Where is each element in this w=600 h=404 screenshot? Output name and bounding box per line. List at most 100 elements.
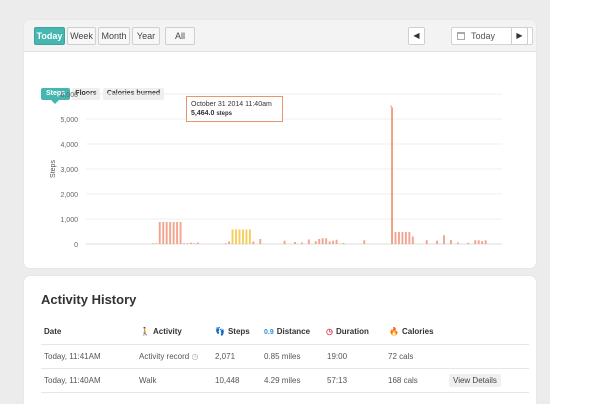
chart-bar [183, 243, 185, 244]
chart-bar [335, 239, 338, 244]
tooltip-time: October 31 2014 11:40am [191, 101, 272, 108]
tooltip-value: 5,464.0 [191, 110, 215, 117]
row-divider [41, 368, 529, 369]
row-date: Today, 11:41AM [44, 352, 101, 361]
chart-bar [363, 240, 366, 244]
column-header-activity: 🚶 Activity [140, 327, 182, 336]
chart-bar [235, 229, 237, 244]
y-tick-label: 1,000 [60, 217, 78, 224]
activity-chart-card: Today Week Month Year All ◀ Today ▶ Step… [24, 20, 536, 268]
chart-bar [325, 238, 328, 244]
chart-bar [190, 242, 192, 244]
chart-bar [467, 242, 470, 244]
chart-bar [394, 232, 397, 244]
y-tick-label: 2,000 [60, 192, 78, 199]
chart-bar [456, 242, 459, 244]
chart-bar [196, 242, 199, 244]
chart-bar [186, 243, 189, 244]
chart-bar [165, 222, 168, 244]
stopwatch-icon: ◷ [326, 327, 333, 336]
chart-tooltip: October 31 2014 11:40am 5,464.0 steps [186, 96, 283, 122]
row-distance: 4.29 miles [264, 376, 301, 385]
chart-bar [318, 239, 321, 244]
chart-bar [307, 239, 310, 244]
chart-bar [450, 240, 452, 244]
chart-bar [162, 222, 165, 244]
chart-bar [332, 240, 335, 244]
header-divider [41, 344, 529, 345]
footsteps-icon: 👣 [215, 327, 225, 336]
chart-bar [484, 240, 487, 244]
chart-bar [248, 229, 251, 244]
right-sidebar-strip [550, 0, 600, 404]
chart-bar [245, 229, 248, 244]
chart-bar [425, 240, 428, 244]
row-activity: Walk [139, 376, 157, 385]
chart-bar [300, 242, 303, 244]
row-steps: 2,071 [215, 352, 236, 361]
y-tick-label: 4,000 [60, 142, 78, 149]
column-header-duration: ◷ Duration [326, 327, 369, 336]
column-header-steps: 👣 Steps [215, 327, 250, 336]
column-header-calories: 🔥 Calories [389, 327, 434, 336]
chart-bar [436, 240, 439, 244]
chart-bar [224, 243, 227, 244]
chart-bar [252, 241, 255, 244]
chart-bar [443, 235, 445, 244]
chart-bar [328, 241, 331, 244]
chart-bar [193, 243, 196, 244]
row-partial: ······ [44, 400, 60, 404]
row-duration: 19:00 [327, 352, 348, 361]
chart-bar [391, 107, 393, 245]
row-duration: 57:13 [327, 376, 348, 385]
chart-bar [238, 229, 241, 244]
y-tick-label: 6,000 [60, 92, 78, 99]
chart-bar [242, 229, 244, 244]
view-details-button[interactable]: View Details [449, 374, 501, 387]
column-header-distance: 0.9 Distance [264, 327, 311, 336]
chart-bar [404, 232, 407, 244]
chart-bar [294, 242, 296, 244]
chart-bar [151, 243, 154, 244]
chart-bar [158, 222, 161, 244]
row-date: Today, 11:40AM [44, 376, 101, 385]
row-activity: Activity record ◷ [139, 352, 199, 361]
tooltip-unit: steps [216, 111, 232, 117]
y-tick-label: 3,000 [60, 167, 78, 174]
chart-bar [259, 239, 262, 244]
chart-bar [283, 240, 286, 244]
chart-bar [411, 236, 414, 244]
chart-bar [398, 232, 400, 244]
tooltip-value-line: 5,464.0 steps [191, 109, 278, 119]
chart-bar [321, 238, 324, 244]
chart-bar [155, 243, 158, 244]
chart-bar [172, 222, 175, 244]
chart-bar [228, 241, 231, 244]
clock-icon: ◷ [191, 352, 199, 361]
row-calories: 72 cals [388, 352, 414, 361]
chart-bar [477, 240, 480, 244]
steps-bar-chart: 0 1,000 2,000 3,000 4,000 5,000 6,000 Steps [50, 92, 502, 249]
activity-history-title: Activity History [41, 292, 137, 307]
walking-person-icon: 🚶 [140, 327, 150, 336]
chart-bar [481, 241, 484, 244]
chart-bar [176, 222, 179, 244]
activity-history-card: Activity History Date 🚶 Activity 👣 Steps 0… [24, 276, 536, 404]
y-axis-label: Steps [50, 160, 57, 178]
column-header-date: Date [44, 327, 62, 336]
row-distance: 0.85 miles [264, 352, 301, 361]
row-steps: 10,448 [215, 376, 240, 385]
y-tick-label: 0 [74, 242, 78, 249]
flame-icon: 🔥 [389, 327, 399, 336]
chart-bar [401, 232, 404, 244]
chart-bar [474, 240, 477, 244]
chart-bar [231, 229, 234, 244]
row-divider [41, 392, 529, 393]
chart-bar [342, 243, 345, 244]
chart-bar [314, 241, 317, 244]
row-calories: 168 cals [388, 376, 418, 385]
chart-bar [408, 232, 411, 244]
distance-dots-icon: 0.9 [264, 329, 274, 336]
chart-bar [169, 222, 172, 244]
chart-bar [179, 222, 182, 244]
